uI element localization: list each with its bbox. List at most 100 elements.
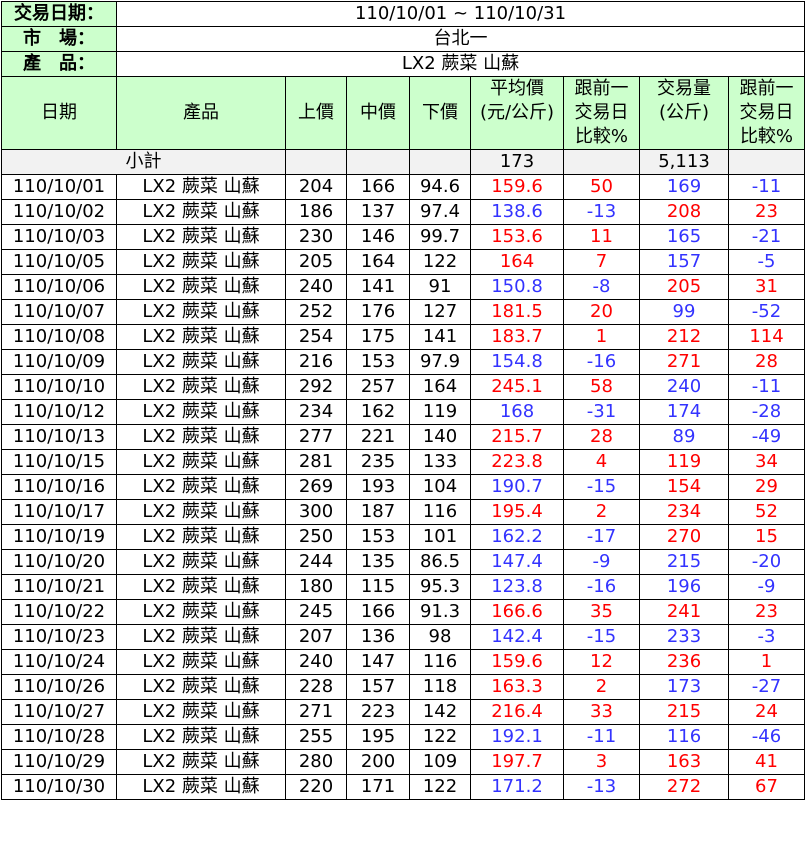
cell-upper: 186 (285, 199, 347, 225)
cell-avg: 142.4 (470, 624, 564, 650)
cell-product: LX2 蕨菜 山蘇 (116, 399, 286, 425)
cell-date: 110/10/09 (1, 349, 117, 375)
cell-upper: 255 (285, 724, 347, 750)
header-avg-change: 跟前一 交易日 比較% (563, 76, 640, 150)
cell-middle: 146 (346, 224, 410, 250)
cell-volume: 116 (639, 724, 729, 750)
cell-middle: 166 (346, 174, 410, 200)
table-row: 110/10/09 LX2 蕨菜 山蘇 216 153 97.9 154.8 -16 271 2… (1, 349, 805, 375)
cell-date: 110/10/07 (1, 299, 117, 325)
cell-avg: 181.5 (470, 299, 564, 325)
cell-vol-change: 52 (728, 499, 805, 525)
cell-upper: 254 (285, 324, 347, 350)
cell-date: 110/10/03 (1, 224, 117, 250)
cell-date: 110/10/15 (1, 449, 117, 475)
table-row: 110/10/01 LX2 蕨菜 山蘇 204 166 94.6 159.6 50 169 -1… (1, 174, 805, 200)
cell-product: LX2 蕨菜 山蘇 (116, 324, 286, 350)
cell-date: 110/10/20 (1, 549, 117, 575)
price-table: 交易日期： 110/10/01 ~ 110/10/31 市 場： 台北一 產 品… (1, 1, 805, 800)
market-value: 台北一 (116, 26, 805, 52)
cell-volume: 208 (639, 199, 729, 225)
table-row: 110/10/28 LX2 蕨菜 山蘇 255 195 122 192.1 -11 116 -4… (1, 724, 805, 750)
cell-volume: 212 (639, 324, 729, 350)
subtotal-vol-change (728, 149, 805, 175)
cell-vol-change: 23 (728, 199, 805, 225)
cell-upper: 271 (285, 699, 347, 725)
cell-middle: 162 (346, 399, 410, 425)
cell-middle: 187 (346, 499, 410, 525)
cell-avg: 245.1 (470, 374, 564, 400)
cell-lower: 97.9 (409, 349, 471, 375)
cell-lower: 94.6 (409, 174, 471, 200)
cell-avg-change: -16 (563, 574, 640, 600)
cell-middle: 115 (346, 574, 410, 600)
cell-vol-change: -27 (728, 674, 805, 700)
cell-date: 110/10/21 (1, 574, 117, 600)
subtotal-upper (285, 149, 347, 175)
cell-middle: 235 (346, 449, 410, 475)
cell-middle: 153 (346, 349, 410, 375)
cell-upper: 207 (285, 624, 347, 650)
cell-avg-change: 3 (563, 749, 640, 775)
cell-middle: 223 (346, 699, 410, 725)
cell-vol-change: 15 (728, 524, 805, 550)
header-avg-line2: (元/公斤) (479, 102, 555, 123)
cell-avg-change: 11 (563, 224, 640, 250)
cell-volume: 240 (639, 374, 729, 400)
cell-lower: 133 (409, 449, 471, 475)
cell-avg-change: 20 (563, 299, 640, 325)
cell-avg-change: 35 (563, 599, 640, 625)
cell-date: 110/10/27 (1, 699, 117, 725)
cell-avg-change: -8 (563, 274, 640, 300)
info-row-market: 市 場： 台北一 (1, 26, 805, 52)
cell-avg: 171.2 (470, 774, 564, 800)
cell-avg-change: -13 (563, 774, 640, 800)
cell-upper: 234 (285, 399, 347, 425)
cell-product: LX2 蕨菜 山蘇 (116, 599, 286, 625)
subtotal-volume: 5,113 (639, 149, 729, 175)
cell-vol-change: -5 (728, 249, 805, 275)
cell-date: 110/10/13 (1, 424, 117, 450)
cell-vol-change: 41 (728, 749, 805, 775)
info-row-product: 產 品： LX2 蕨菜 山蘇 (1, 51, 805, 77)
cell-volume: 99 (639, 299, 729, 325)
table-row: 110/10/13 LX2 蕨菜 山蘇 277 221 140 215.7 28 89 -49 (1, 424, 805, 450)
cell-avg-change: -9 (563, 549, 640, 575)
header-vol-line2: (公斤) (658, 102, 710, 123)
cell-vol-change: 28 (728, 349, 805, 375)
table-row: 110/10/06 LX2 蕨菜 山蘇 240 141 91 150.8 -8 205 31 (1, 274, 805, 300)
cell-product: LX2 蕨菜 山蘇 (116, 224, 286, 250)
cell-avg: 153.6 (470, 224, 564, 250)
cell-upper: 228 (285, 674, 347, 700)
date-range-label: 交易日期： (1, 1, 117, 27)
cell-avg-change: 7 (563, 249, 640, 275)
cell-lower: 164 (409, 374, 471, 400)
table-row: 110/10/12 LX2 蕨菜 山蘇 234 162 119 168 -31 174 -28 (1, 399, 805, 425)
cell-product: LX2 蕨菜 山蘇 (116, 349, 286, 375)
cell-lower: 95.3 (409, 574, 471, 600)
cell-volume: 173 (639, 674, 729, 700)
cell-volume: 270 (639, 524, 729, 550)
cell-avg: 159.6 (470, 174, 564, 200)
cell-lower: 97.4 (409, 199, 471, 225)
cell-vol-change: -9 (728, 574, 805, 600)
cell-product: LX2 蕨菜 山蘇 (116, 499, 286, 525)
cell-avg-change: -13 (563, 199, 640, 225)
table-row: 110/10/21 LX2 蕨菜 山蘇 180 115 95.3 123.8 -16 196-… (1, 574, 805, 600)
cell-lower: 116 (409, 649, 471, 675)
header-chg2-line3: 比較% (739, 126, 794, 147)
cell-product: LX2 蕨菜 山蘇 (116, 549, 286, 575)
cell-upper: 277 (285, 424, 347, 450)
cell-avg: 150.8 (470, 274, 564, 300)
cell-date: 110/10/06 (1, 274, 117, 300)
header-upper-price: 上價 (285, 76, 347, 150)
table-row: 110/10/02 LX2 蕨菜 山蘇 186 137 97.4 138.6 -13 208 2… (1, 199, 805, 225)
cell-volume: 157 (639, 249, 729, 275)
header-chg1-line2: 交易日 (574, 102, 629, 123)
cell-avg-change: -15 (563, 474, 640, 500)
product-label: 產 品： (1, 51, 117, 77)
cell-vol-change: 34 (728, 449, 805, 475)
header-product-text: 產品 (183, 102, 219, 123)
cell-product: LX2 蕨菜 山蘇 (116, 674, 286, 700)
subtotal-avg: 173 (470, 149, 564, 175)
